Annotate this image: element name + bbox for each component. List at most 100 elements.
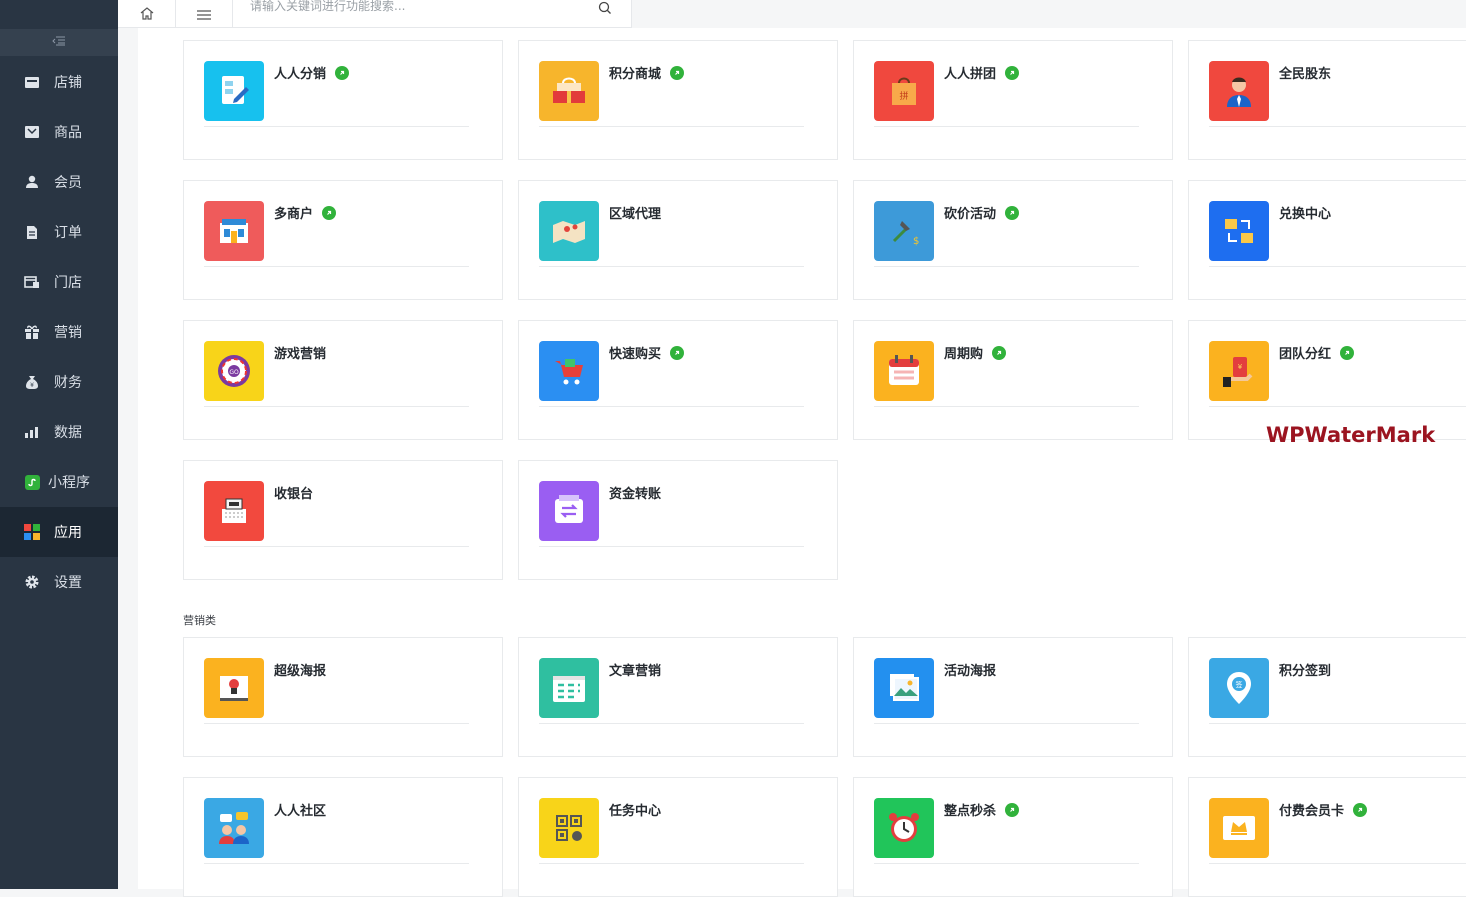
sidebar-item-label: 小程序 — [48, 475, 90, 491]
app-card[interactable]: 超级海报 — [183, 637, 503, 757]
app-card[interactable]: 收银台 — [183, 460, 503, 580]
sign-in-icon: 签 — [1209, 658, 1269, 718]
card-divider — [204, 406, 469, 407]
community-icon — [204, 798, 264, 858]
app-title: 人人拼团 — [944, 63, 1020, 82]
gear-icon — [24, 574, 40, 590]
sidebar-collapse-button[interactable] — [0, 29, 118, 56]
sidebar-item-order[interactable]: 订单 — [0, 211, 118, 253]
main-content: 人人分销 积分商城拼 人人拼团 全民股东 多商户 区域代理 $ 砍价活动 兑换中心 GO 游戏营销 快… — [138, 28, 1466, 897]
app-title: 砍价活动 — [944, 203, 1020, 222]
money-bag-icon: ¥ — [24, 374, 40, 390]
sidebar: 店铺 商品 会员 订单 门店 营销 ¥ 财务 数据 小程序 应用 设置 — [0, 0, 118, 889]
watermark: WPWaterMark — [1266, 423, 1436, 447]
poster-icon — [204, 658, 264, 718]
app-card[interactable]: 人人分销 — [183, 40, 503, 160]
app-title: 兑换中心 — [1279, 203, 1331, 222]
bargain-icon: $ — [874, 201, 934, 261]
app-card[interactable]: 付费会员卡 — [1188, 777, 1466, 897]
app-card[interactable]: 区域代理 — [518, 180, 838, 300]
article-icon — [539, 658, 599, 718]
app-name: 积分商城 — [609, 67, 662, 82]
app-title: 人人社区 — [274, 800, 326, 819]
sidebar-item-settings[interactable]: 设置 — [0, 561, 118, 603]
miniprogram-link-icon — [322, 205, 337, 220]
vip-card-icon — [1209, 798, 1269, 858]
app-card[interactable]: 人人社区 — [183, 777, 503, 897]
app-name: 人人分销 — [274, 67, 327, 82]
app-card[interactable]: 签 积分签到 — [1188, 637, 1466, 757]
app-title: 周期购 — [944, 343, 1007, 362]
app-card[interactable]: $ 砍价活动 — [853, 180, 1173, 300]
card-divider — [874, 406, 1139, 407]
app-name: 砍价活动 — [944, 207, 997, 222]
app-name: 收银台 — [274, 487, 314, 502]
app-title: 人人分销 — [274, 63, 350, 82]
app-title: 资金转账 — [609, 483, 661, 502]
miniprogram-link-icon — [1353, 802, 1368, 817]
app-title: 文章营销 — [609, 660, 661, 679]
user-icon — [24, 174, 40, 190]
sidebar-item-shop[interactable]: 店铺 — [0, 61, 118, 103]
app-card[interactable]: 积分商城 — [518, 40, 838, 160]
store-icon — [24, 274, 40, 290]
app-card[interactable]: 全民股东 — [1188, 40, 1466, 160]
menu-toggle-button[interactable] — [176, 0, 233, 28]
app-card[interactable]: 拼 人人拼团 — [853, 40, 1173, 160]
app-title: 活动海报 — [944, 660, 996, 679]
app-title: 积分商城 — [609, 63, 685, 82]
sidebar-item-miniprogram[interactable]: 小程序 — [0, 461, 118, 503]
app-name: 全民股东 — [1279, 67, 1332, 82]
app-title: 整点秒杀 — [944, 800, 1020, 819]
multi-merchant-icon — [204, 201, 264, 261]
gift-icon — [24, 324, 40, 340]
app-card[interactable]: ¥ 团队分红 — [1188, 320, 1466, 440]
search-icon[interactable] — [598, 0, 614, 14]
sidebar-item-store[interactable]: 门店 — [0, 261, 118, 303]
sidebar-item-finance[interactable]: ¥ 财务 — [0, 361, 118, 403]
app-card[interactable]: 任务中心 — [518, 777, 838, 897]
photo-icon — [874, 658, 934, 718]
sidebar-item-goods[interactable]: 商品 — [0, 111, 118, 153]
home-button[interactable] — [118, 0, 176, 28]
app-card[interactable]: 兑换中心 — [1188, 180, 1466, 300]
apps-icon — [24, 524, 40, 540]
app-name: 周期购 — [944, 347, 984, 362]
svg-text:拼: 拼 — [899, 90, 908, 102]
sidebar-item-data[interactable]: 数据 — [0, 411, 118, 453]
app-card[interactable]: GO 游戏营销 — [183, 320, 503, 440]
shop-icon — [24, 74, 40, 90]
sidebar-item-label: 门店 — [54, 275, 82, 291]
sidebar-item-label: 订单 — [54, 225, 82, 241]
calendar-icon — [874, 341, 934, 401]
app-card[interactable]: 资金转账 — [518, 460, 838, 580]
svg-text:签: 签 — [1236, 680, 1243, 689]
sidebar-item-marketing[interactable]: 营销 — [0, 311, 118, 353]
card-divider — [874, 126, 1139, 127]
app-card[interactable]: 多商户 — [183, 180, 503, 300]
app-name: 人人拼团 — [944, 67, 997, 82]
card-divider — [874, 266, 1139, 267]
sidebar-item-member[interactable]: 会员 — [0, 161, 118, 203]
home-icon — [140, 5, 154, 24]
app-card[interactable]: 周期购 — [853, 320, 1173, 440]
app-title: 多商户 — [274, 203, 337, 222]
app-card[interactable]: 快速购买 — [518, 320, 838, 440]
card-divider — [539, 863, 804, 864]
miniprogram-link-icon — [670, 345, 685, 360]
svg-text:$: $ — [913, 236, 919, 247]
card-divider — [539, 126, 804, 127]
card-divider — [204, 546, 469, 547]
app-card[interactable]: 整点秒杀 — [853, 777, 1173, 897]
app-name: 活动海报 — [944, 664, 997, 679]
card-divider — [204, 863, 469, 864]
sidebar-item-apps[interactable]: 应用 — [0, 507, 118, 557]
cashier-icon — [204, 481, 264, 541]
app-card[interactable]: 文章营销 — [518, 637, 838, 757]
qr-task-icon — [539, 798, 599, 858]
app-title: 区域代理 — [609, 203, 661, 222]
app-card[interactable]: 活动海报 — [853, 637, 1173, 757]
section-title-marketing: 营销类 — [183, 614, 216, 627]
search-input[interactable] — [250, 0, 580, 16]
red-packet-icon: ¥ — [1209, 341, 1269, 401]
